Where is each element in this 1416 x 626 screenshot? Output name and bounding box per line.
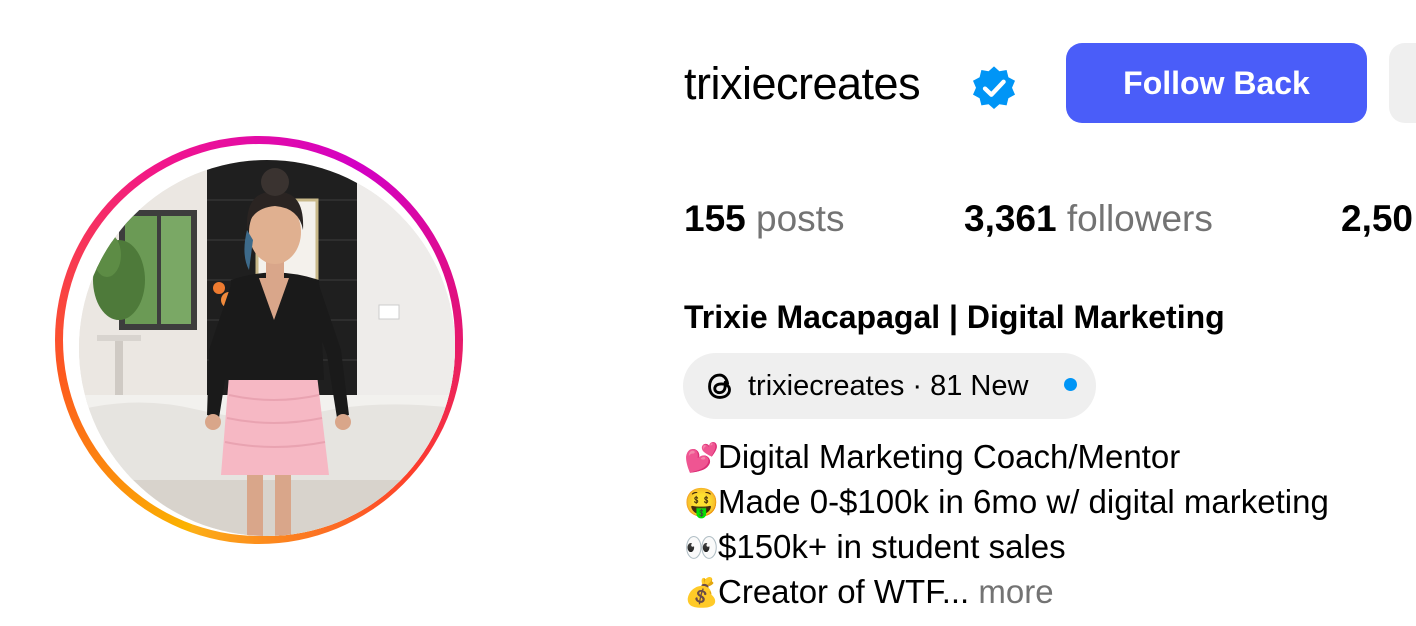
profile-header: trixiecreates Follow Back 155 posts 3,36… [0, 0, 1416, 626]
more-link[interactable]: more [969, 573, 1053, 610]
hearts-emoji-icon: 💕 [684, 442, 719, 473]
threads-label: trixiecreates · 81 New [748, 370, 1029, 402]
threads-icon [708, 373, 731, 399]
posts-stat: 155 posts [684, 196, 844, 242]
following-count: 2,50 [1341, 198, 1414, 239]
follow-back-button[interactable]: Follow Back [1066, 43, 1367, 123]
verified-badge-icon [973, 66, 1015, 109]
new-indicator-dot [1064, 378, 1077, 391]
username: trixiecreates [684, 58, 921, 109]
message-button[interactable] [1389, 43, 1416, 123]
posts-count: 155 [684, 198, 746, 239]
bio-line: 💰Creator of WTF... more [684, 570, 1054, 615]
avatar[interactable] [79, 160, 455, 536]
threads-badge[interactable]: trixiecreates · 81 New [683, 353, 1096, 419]
followers-count: 3,361 [964, 198, 1057, 239]
bio-text: Digital Marketing Coach/Mentor [718, 438, 1181, 475]
bio-line: 👀$150k+ in student sales [684, 525, 1066, 570]
bio-text: Creator of WTF... [718, 573, 970, 610]
bio-line: 🤑Made 0-$100k in 6mo w/ digital marketin… [684, 480, 1329, 525]
bio-text: Made 0-$100k in 6mo w/ digital marketing [718, 483, 1329, 520]
bio-text: $150k+ in student sales [718, 528, 1066, 565]
money-bag-emoji-icon: 💰 [684, 577, 719, 608]
profile-photo [79, 160, 455, 536]
eyes-emoji-icon: 👀 [684, 532, 719, 563]
followers-label: followers [1056, 198, 1213, 239]
story-ring[interactable] [55, 136, 463, 544]
posts-label: posts [745, 198, 845, 239]
following-stat[interactable]: 2,50 [1341, 196, 1413, 242]
full-name: Trixie Macapagal | Digital Marketing [684, 299, 1225, 335]
followers-stat[interactable]: 3,361 followers [964, 196, 1213, 242]
money-mouth-emoji-icon: 🤑 [684, 487, 719, 518]
bio-line: 💕Digital Marketing Coach/Mentor [684, 435, 1180, 480]
